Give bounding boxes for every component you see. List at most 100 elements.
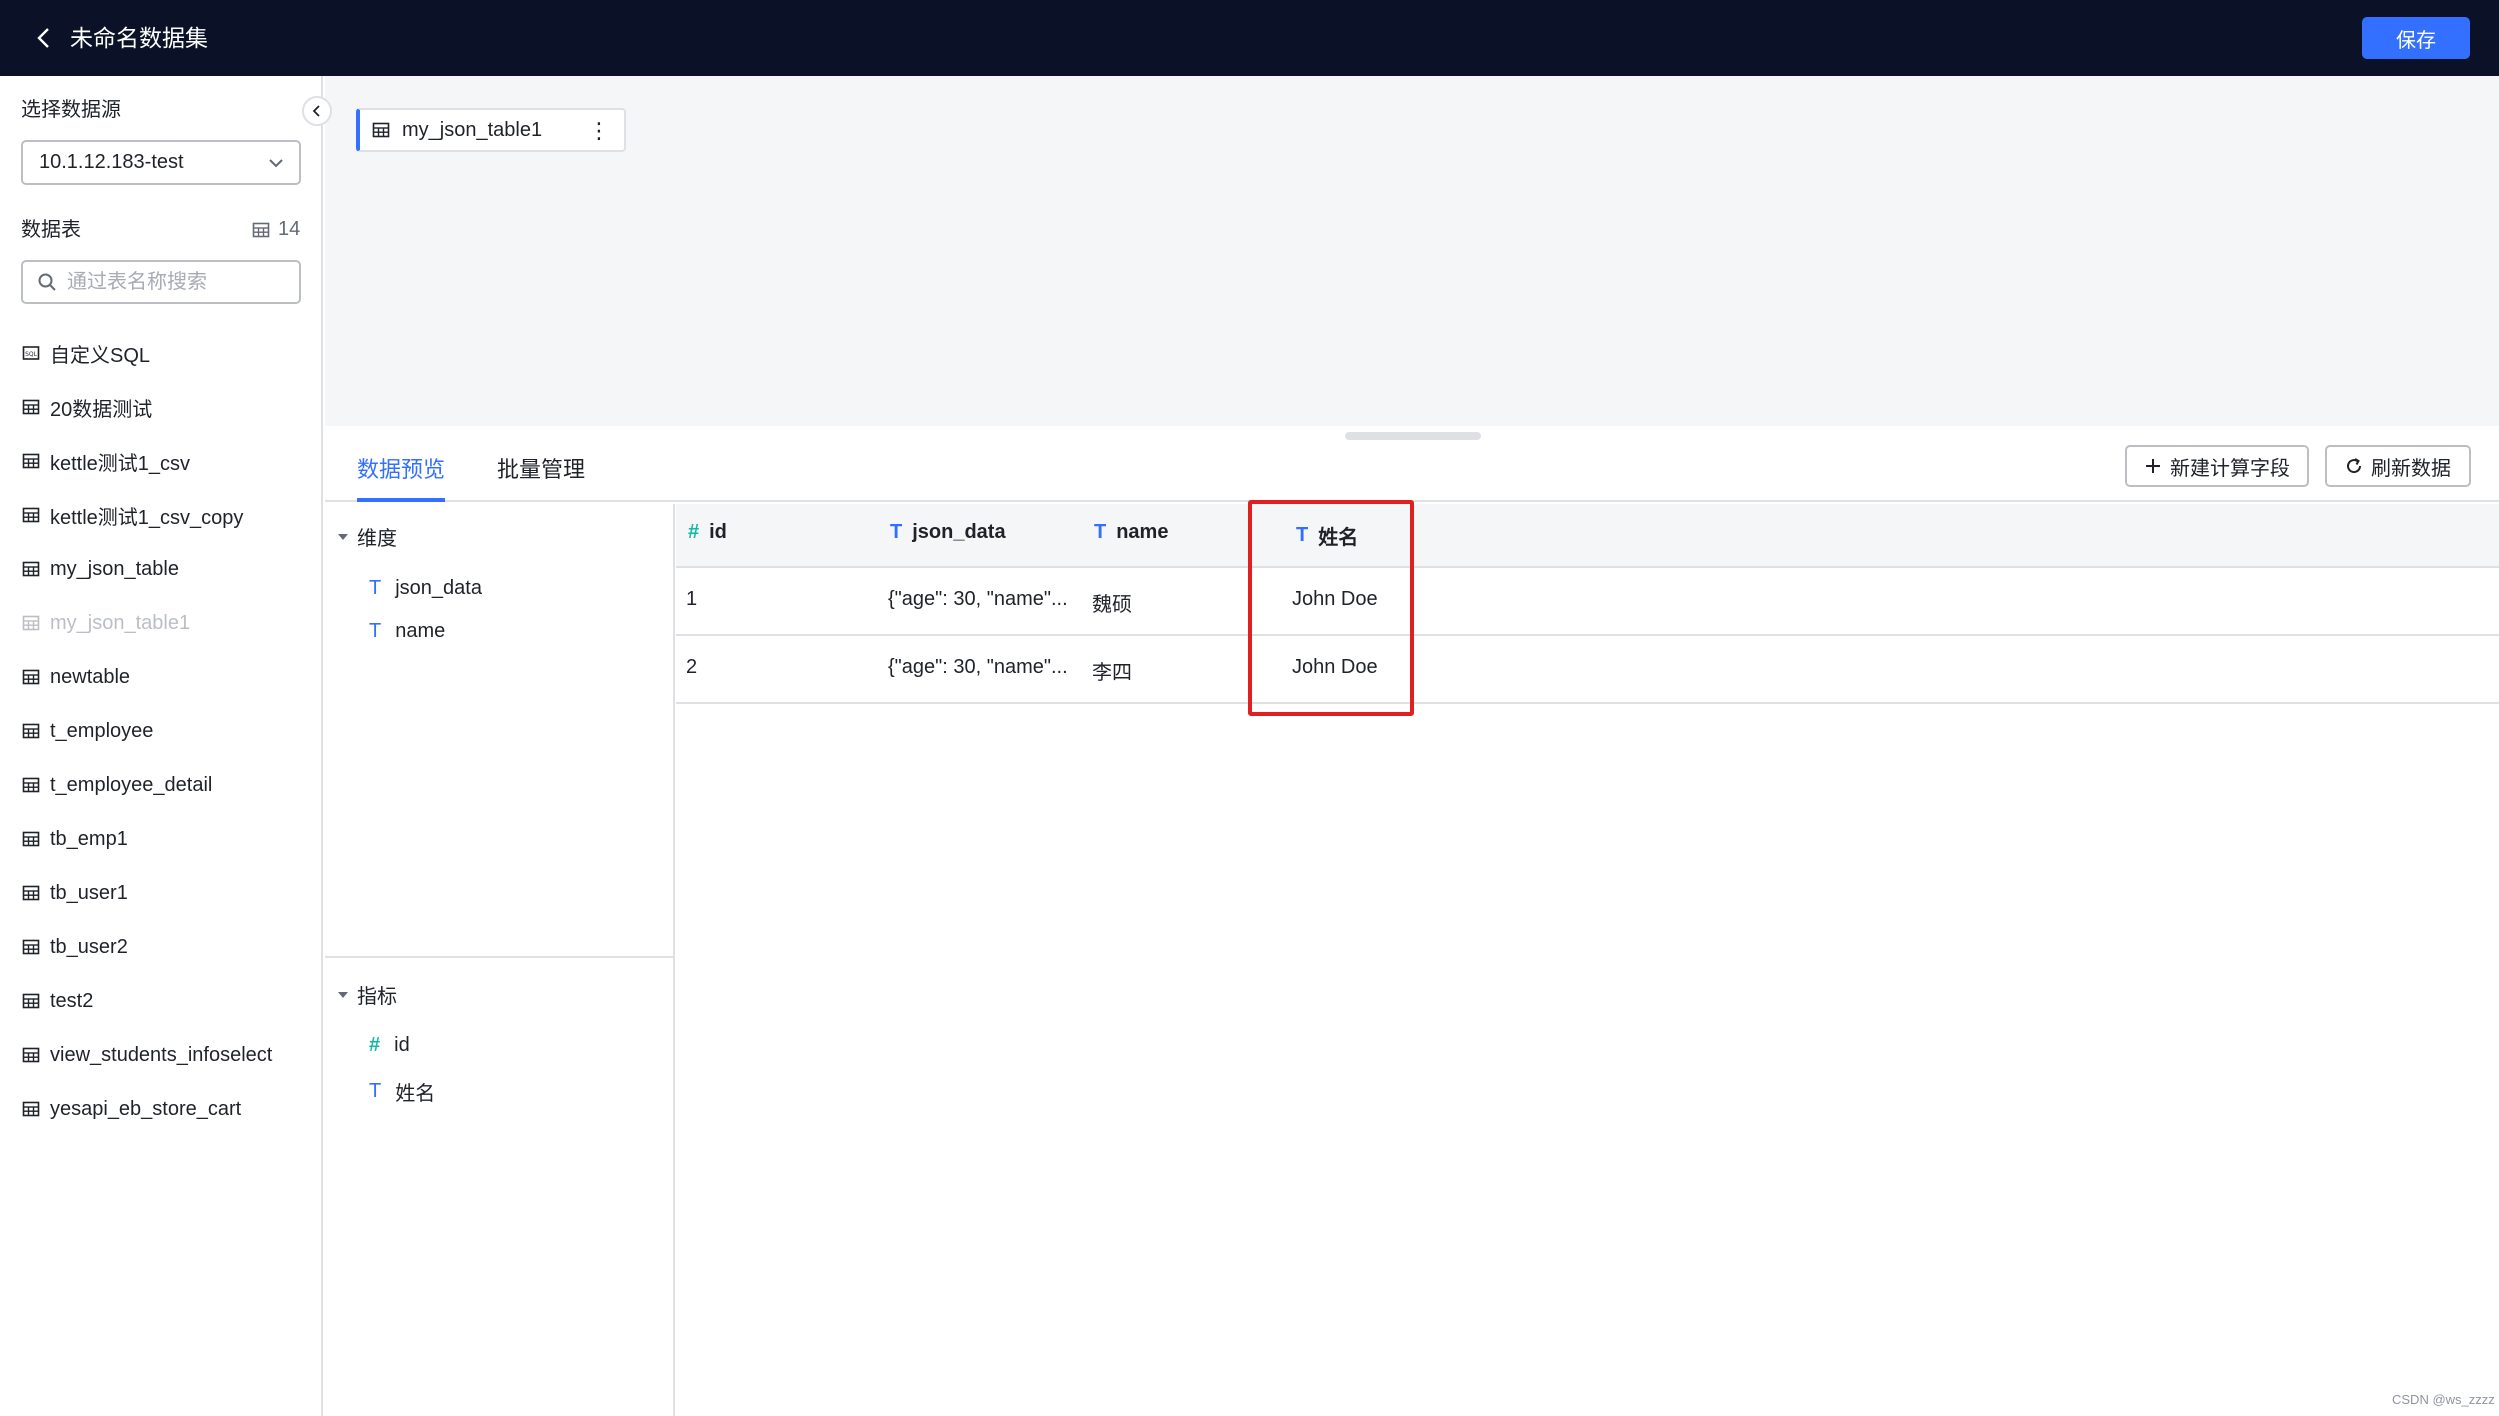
dimension-group-title: 维度 [357, 528, 397, 550]
column-header-id[interactable]: # id [688, 521, 727, 544]
text-type-icon: T [369, 1080, 382, 1102]
data-preview-table: # id T json_data T name T 姓名 1 {"age": 3… [676, 504, 2499, 704]
sidebar-table-item[interactable]: yesapi_eb_store_cart [0, 1082, 321, 1136]
svg-text:SQL: SQL [25, 351, 38, 358]
table-icon [22, 669, 40, 685]
refresh-icon [2347, 458, 2362, 474]
sidebar-table-item[interactable]: tb_user1 [0, 866, 321, 920]
column-header-label: 姓名 [1318, 527, 1359, 549]
chevron-left-icon [312, 105, 320, 117]
datasource-value: 10.1.12.183-test [39, 151, 184, 173]
text-type-icon: T [369, 620, 382, 642]
sidebar-table-item[interactable]: test2 [0, 974, 321, 1028]
sidebar-table-label: newtable [50, 665, 131, 688]
table-cell: {"age": 30, "name"... [888, 588, 1068, 610]
sidebar-table-label: yesapi_eb_store_cart [50, 1097, 242, 1120]
metric-field[interactable]: # id [369, 1034, 410, 1057]
dimension-field[interactable]: T name [369, 620, 445, 643]
save-button[interactable]: 保存 [2362, 17, 2470, 59]
dimension-field[interactable]: T json_data [369, 577, 482, 600]
table-icon [22, 993, 40, 1009]
dimension-group-toggle[interactable]: 维度 [337, 522, 397, 551]
metric-field[interactable]: T 姓名 [369, 1077, 435, 1106]
join-canvas[interactable]: my_json_table1 ⋮ [325, 76, 2499, 426]
column-header-xingming[interactable]: T 姓名 [1296, 521, 1358, 550]
table-icon [252, 222, 270, 237]
table-search[interactable] [21, 260, 301, 304]
sidebar-table-label: 20数据测试 [50, 398, 153, 421]
table-icon [22, 884, 40, 902]
tab-data-preview[interactable]: 数据预览 [357, 454, 446, 502]
sidebar-table-item[interactable]: 20数据测试 [0, 380, 321, 434]
sidebar-table-item[interactable]: my_json_table [0, 542, 321, 596]
new-calculated-field-label: 新建计算字段 [2170, 457, 2290, 480]
column-header-json-data[interactable]: T json_data [890, 521, 1006, 544]
sidebar-table-label: t_employee_detail [50, 773, 213, 796]
refresh-data-button[interactable]: 刷新数据 [2325, 445, 2471, 487]
collapse-sidebar-button[interactable] [302, 96, 332, 126]
table-icon [22, 560, 40, 578]
sidebar-table-label: kettle测试1_csv [50, 452, 191, 475]
refresh-data-label: 刷新数据 [2371, 457, 2451, 480]
sidebar-table-label: my_json_table [50, 557, 179, 580]
table-cell: John Doe [1292, 588, 1378, 610]
table-icon [22, 885, 40, 901]
text-type-icon: T [1094, 521, 1107, 543]
table-cell: 2 [686, 656, 698, 678]
column-header-name[interactable]: T name [1094, 521, 1168, 544]
chevron-left-icon [37, 28, 49, 48]
new-calculated-field-button[interactable]: 新建计算字段 [2125, 445, 2309, 487]
sidebar-table-item[interactable]: view_students_infoselect [0, 1028, 321, 1082]
table-cell: John Doe [1292, 656, 1378, 678]
table-icon [22, 777, 40, 793]
table-icon [22, 614, 40, 632]
column-header-label: json_data [912, 521, 1006, 543]
sidebar-table-label: kettle测试1_csv_copy [50, 506, 244, 529]
canvas-table-node[interactable]: my_json_table1 ⋮ [356, 108, 626, 152]
sidebar-table-item[interactable]: tb_user2 [0, 920, 321, 974]
table-icon [22, 939, 40, 955]
resize-handle[interactable] [1345, 432, 1481, 440]
sidebar-table-item[interactable]: t_employee [0, 704, 321, 758]
tables-label: 数据表 [21, 219, 81, 241]
table-cell: 李四 [1092, 662, 1132, 684]
text-type-icon: T [369, 577, 382, 599]
back-button[interactable] [28, 22, 60, 54]
sidebar-table-item[interactable]: kettle测试1_csv [0, 434, 321, 488]
sql-icon: SQL [22, 344, 40, 362]
metric-group-toggle[interactable]: 指标 [337, 980, 397, 1009]
table-icon [22, 831, 40, 847]
table-list: SQL 自定义SQL 20数据测试 kettle测试1_csv kettle测试1_cs… [0, 326, 321, 1136]
search-icon [38, 273, 56, 291]
table-search-input[interactable] [67, 270, 287, 294]
tables-count: 14 [252, 218, 300, 241]
more-vertical-icon[interactable]: ⋮ [588, 118, 610, 144]
tab-batch-manage[interactable]: 批量管理 [497, 454, 585, 486]
sidebar-table-item[interactable]: t_employee_detail [0, 758, 321, 812]
sidebar-table-item[interactable]: newtable [0, 650, 321, 704]
text-type-icon: T [1296, 524, 1309, 546]
canvas-table-node-label: my_json_table1 [402, 118, 543, 141]
number-type-icon: # [369, 1034, 381, 1056]
watermark: CSDN @ws_zzzz [2392, 1392, 2495, 1407]
caret-down-icon [338, 991, 348, 998]
table-icon [22, 1101, 40, 1117]
metric-group-title: 指标 [357, 986, 397, 1008]
sidebar-table-item[interactable]: my_json_table1 [0, 596, 321, 650]
table-icon [22, 561, 40, 577]
table-icon [22, 1100, 40, 1118]
sidebar-table-label: tb_user2 [50, 935, 128, 958]
table-icon [22, 830, 40, 848]
sidebar-table-item[interactable]: SQL 自定义SQL [0, 326, 321, 380]
table-header: # id T json_data T name T 姓名 [676, 504, 2499, 568]
dimension-field-name: json_data [395, 577, 482, 599]
datasource-select[interactable]: 10.1.12.183-test [21, 140, 301, 185]
sidebar-table-item[interactable]: kettle测试1_csv_copy [0, 488, 321, 542]
sidebar-table-item[interactable]: tb_emp1 [0, 812, 321, 866]
metric-field-name: id [394, 1034, 410, 1056]
sidebar-table-label: my_json_table1 [50, 611, 191, 634]
table-icon [22, 668, 40, 686]
table-icon [22, 506, 40, 524]
plus-icon [2146, 459, 2160, 473]
table-row: 2 {"age": 30, "name"... 李四 John Doe [676, 636, 2499, 704]
